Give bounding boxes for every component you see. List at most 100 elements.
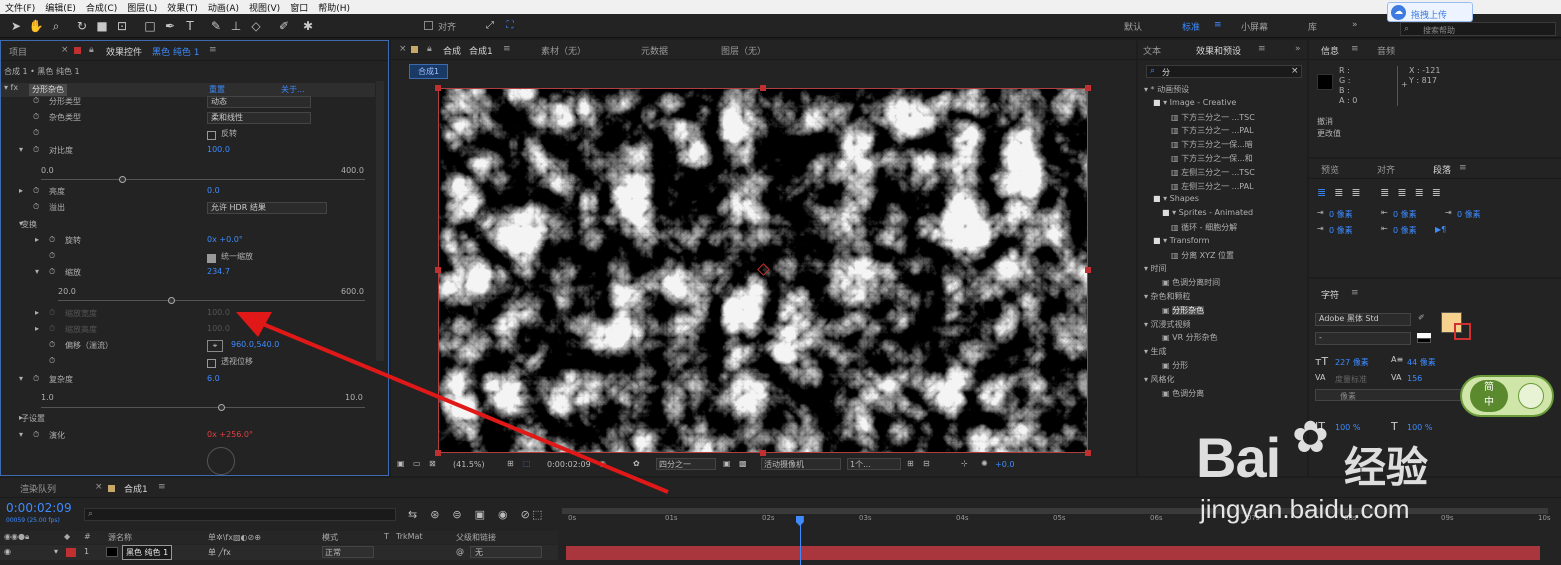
menu-item[interactable]: 编辑(E) — [40, 1, 81, 14]
type-tool-icon[interactable]: T — [182, 18, 198, 34]
expand-toggle-icon[interactable]: ▾ — [19, 374, 23, 389]
pan-behind-tool-icon[interactable]: ⊡ — [114, 18, 130, 34]
expand-toggle-icon[interactable]: ▾ — [35, 267, 39, 282]
indent-right-icon[interactable]: ⇤ — [1381, 208, 1388, 223]
property-value[interactable]: 100.0 — [207, 145, 230, 160]
stopwatch-icon[interactable]: ⏱ — [49, 235, 55, 250]
property-value[interactable]: 100.0 — [207, 324, 230, 339]
stroke-width-field[interactable]: 像素 — [1315, 389, 1475, 401]
effects-tree-item[interactable]: ▾ * 动画预设 — [1144, 84, 1189, 95]
leading-value[interactable]: 44 像素 — [1407, 357, 1436, 372]
effects-tree-item[interactable]: ▾ 杂色和颗粒 — [1144, 291, 1191, 302]
space-before-value[interactable]: 0 像素 — [1329, 225, 1353, 240]
property-checkbox[interactable] — [207, 131, 216, 140]
effects-tree-item[interactable]: ▣ 分形杂色 — [1162, 305, 1205, 316]
align-checkbox[interactable] — [424, 21, 433, 30]
effects-tree-item[interactable]: ▥ 左侧三分之一 ...PAL — [1171, 181, 1254, 192]
indent-left-icon[interactable]: ⇥ — [1317, 208, 1324, 223]
camera-dropdown[interactable]: 活动摄像机 — [761, 458, 841, 470]
tab-audio[interactable]: 音频 — [1377, 44, 1395, 57]
indent-left-value[interactable]: 0 像素 — [1329, 209, 1353, 224]
tab-metadata[interactable]: 元数据 — [641, 44, 668, 57]
stopwatch-icon[interactable]: ⏱ — [33, 128, 39, 143]
effects-tree-item[interactable]: ▣ 分形 — [1162, 360, 1188, 371]
fx-toggle-icon[interactable]: ▾ fx — [4, 83, 18, 98]
property-value[interactable]: 0x +0.0° — [207, 235, 243, 250]
effects-tree-item[interactable]: ▣ 色调分离时间 — [1162, 277, 1220, 288]
close-icon[interactable]: × — [399, 44, 407, 54]
hand-tool-icon[interactable]: ✋ — [28, 18, 44, 34]
handle-tl[interactable] — [435, 85, 441, 91]
property-dropdown[interactable]: 允许 HDR 结果 — [207, 202, 327, 214]
left-scrollbar[interactable] — [376, 81, 384, 361]
tab-character[interactable]: 字符 — [1321, 288, 1339, 301]
first-line-indent-icon[interactable]: ⇥ — [1445, 208, 1452, 223]
property-value[interactable]: 960.0,540.0 — [231, 340, 279, 355]
align-left-icon[interactable]: ≣ — [1317, 186, 1334, 199]
fx-name[interactable]: 分形杂色 — [29, 84, 67, 96]
effects-tree-item[interactable]: ▥ 下方三分之一保...暗 — [1171, 139, 1253, 150]
vr-icon[interactable]: ⊠ — [429, 459, 436, 468]
expand-toggle-icon[interactable]: ▸ — [35, 235, 39, 250]
menu-item[interactable]: 动画(A) — [203, 1, 244, 14]
stopwatch-icon[interactable]: ⏱ — [33, 145, 39, 160]
crosshair-icon[interactable]: ⌖ — [207, 340, 223, 352]
layer-label-color[interactable] — [66, 548, 76, 557]
zoom-tool-icon[interactable]: ⌕ — [48, 18, 64, 34]
tab-align[interactable]: 对齐 — [1377, 163, 1395, 176]
tab-comp[interactable]: 合成 — [443, 44, 461, 57]
stopwatch-icon[interactable]: ⏱ — [49, 340, 55, 355]
handle-tm[interactable] — [760, 85, 766, 91]
font-size-value[interactable]: 227 像素 — [1335, 357, 1369, 372]
layer-parent-dropdown[interactable]: 无 — [470, 546, 542, 558]
expand-toggle-icon[interactable]: ▸ — [35, 308, 39, 323]
layer-mode-dropdown[interactable]: 正常 — [322, 546, 374, 558]
ltr-direction-icon[interactable]: ▶¶ — [1435, 225, 1446, 240]
alignment-buttons[interactable]: ≣≣≣ ≣≣≣≣ — [1317, 186, 1449, 199]
tab-effects-presets[interactable]: 效果和预设 — [1196, 44, 1241, 57]
stopwatch-icon[interactable]: ⏱ — [33, 374, 39, 389]
stopwatch-icon[interactable]: ⏱ — [33, 96, 39, 111]
menu-item[interactable]: 帮助(H) — [313, 1, 355, 14]
tab-effect-controls[interactable]: 效果控件 — [106, 45, 142, 58]
stroke-color-swatch[interactable] — [1454, 323, 1471, 340]
contrast-slider-knob[interactable] — [119, 176, 126, 183]
region-icon[interactable]: ▣ — [723, 459, 731, 468]
eyedropper-icon[interactable]: ✐ — [1418, 313, 1425, 328]
tab-info[interactable]: 信息 — [1321, 44, 1339, 57]
tab-paragraph[interactable]: 段落 — [1433, 163, 1451, 176]
workspace-default[interactable]: 默认 — [1124, 20, 1142, 33]
workspace-standard[interactable]: 标准 — [1182, 20, 1200, 33]
menu-item[interactable]: 合成(C) — [81, 1, 122, 14]
workspace-library[interactable]: 库 — [1308, 20, 1317, 33]
expand-toggle-icon[interactable]: ▸ — [19, 186, 23, 201]
upload-widget[interactable]: ☁ 拖拽上传 — [1387, 2, 1473, 22]
property-dropdown[interactable]: 柔和线性 — [207, 112, 311, 124]
lock-icon[interactable]: 🔒︎ — [89, 45, 94, 55]
layer-switches[interactable]: 单 ╱fx — [208, 547, 231, 558]
menu-item[interactable]: 效果(T) — [162, 1, 203, 14]
first-line-indent-value[interactable]: 0 像素 — [1457, 209, 1481, 224]
tab-comp-name[interactable]: 合成1 — [469, 44, 493, 57]
always-preview-icon[interactable]: ▣ — [397, 459, 405, 468]
property-value[interactable]: 0x +256.0° — [207, 430, 253, 445]
expand-toggle-icon[interactable]: ▸ — [35, 324, 39, 339]
kerning-value[interactable]: 度量标准 — [1335, 374, 1367, 389]
handle-tr[interactable] — [1085, 85, 1091, 91]
effects-tree-item[interactable]: ▥ 下方三分之一 ...TSC — [1171, 112, 1255, 123]
tab-timeline-comp[interactable]: 合成1 — [124, 482, 148, 495]
property-checkbox[interactable] — [207, 359, 216, 368]
floating-ime-badge[interactable]: 简中 — [1460, 375, 1554, 417]
layer-row[interactable]: ◉ ▾ 1 黑色 纯色 1 单 ╱fx 正常 @ 无 — [0, 545, 558, 560]
layer-duration-bar[interactable] — [566, 546, 1540, 560]
property-checkbox[interactable] — [207, 254, 216, 263]
tab-footage[interactable]: 素材（无） — [541, 44, 586, 57]
panel-menu-icon[interactable]: ≡ — [1351, 44, 1359, 54]
effects-tree-item[interactable]: ▣ VR 分形杂色 — [1162, 332, 1218, 343]
tab-layer-name[interactable]: 黑色 纯色 1 — [152, 45, 199, 58]
visibility-eye-icon[interactable]: ◉ — [4, 547, 11, 556]
eraser-tool-icon[interactable]: ◇ — [248, 18, 264, 34]
selection-tool-icon[interactable]: ➤ — [8, 18, 24, 34]
space-after-icon[interactable]: ⇤ — [1381, 224, 1388, 239]
effects-tree-item[interactable]: ▣ 色调分离 — [1162, 388, 1204, 399]
